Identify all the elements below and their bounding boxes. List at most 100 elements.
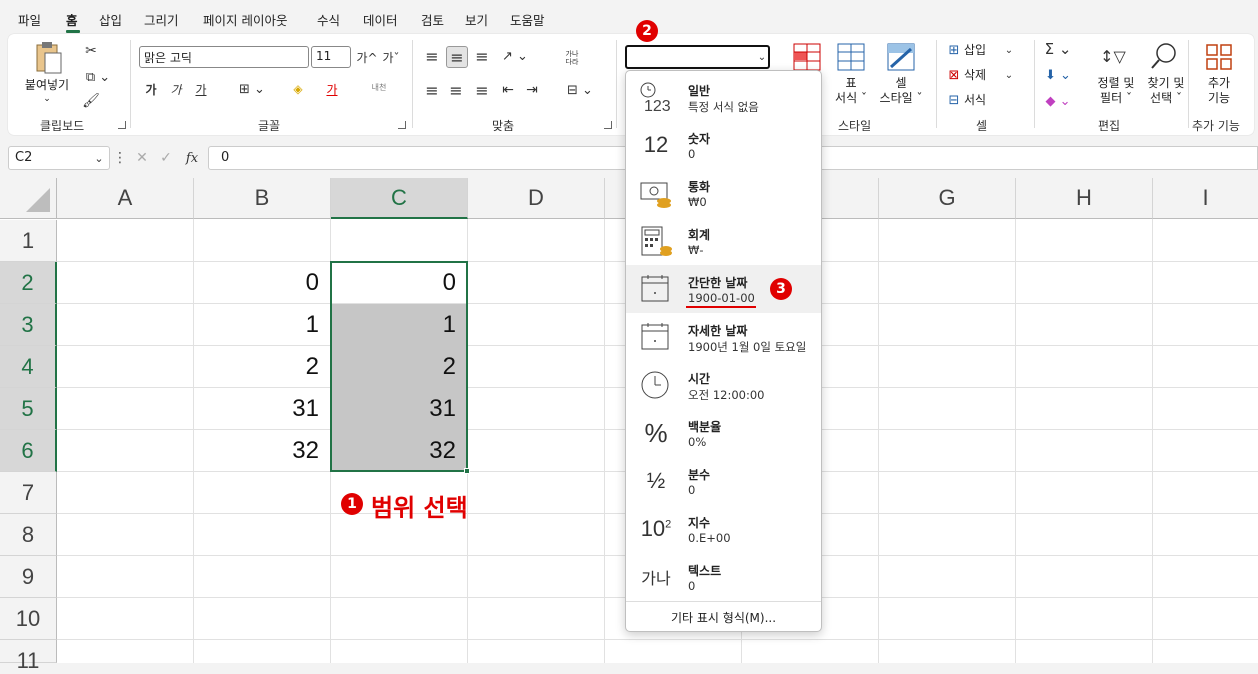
fill-icon[interactable]: ⬇ ⌄ <box>1042 66 1074 84</box>
row-header[interactable]: 6 <box>0 430 57 472</box>
clear-icon[interactable]: ◆ ⌄ <box>1042 92 1074 110</box>
enter-icon[interactable]: ✓ <box>157 150 175 166</box>
bold-button[interactable]: 가 <box>143 80 159 98</box>
row-header[interactable]: 11 <box>0 640 57 673</box>
increase-indent-icon[interactable]: ⇥ <box>522 80 542 100</box>
cell-b3[interactable]: 1 <box>194 304 331 346</box>
find-icon[interactable] <box>1148 40 1180 72</box>
paste-icon[interactable] <box>30 40 66 76</box>
column-header[interactable]: H <box>1016 178 1153 219</box>
tab-help[interactable]: 도움말 <box>510 10 545 29</box>
row-header[interactable]: 2 <box>0 262 57 304</box>
font-color-button[interactable]: 가 <box>322 80 342 98</box>
addins-button[interactable]: 추가 기능 <box>1194 76 1244 106</box>
column-header[interactable]: I <box>1153 178 1258 219</box>
menu-item-number[interactable]: 12 숫자 0 <box>626 121 821 169</box>
tab-insert[interactable]: 삽입 <box>99 10 122 29</box>
select-all-corner[interactable] <box>0 178 57 219</box>
tab-draw[interactable]: 그리기 <box>144 10 179 29</box>
menu-item-general[interactable]: 123 일반 특정 서식 없음 <box>626 73 821 121</box>
number-format-select[interactable] <box>625 45 770 69</box>
menu-item-time[interactable]: 시간 오전 12:00:00 <box>626 361 821 409</box>
align-bottom-icon[interactable]: ≡ <box>472 46 492 66</box>
format-painter-icon[interactable]: 🖌 <box>82 92 100 110</box>
border-icon[interactable]: ⊞ ⌄ <box>236 80 268 98</box>
alignment-launcher-icon[interactable] <box>604 121 612 129</box>
column-header[interactable]: G <box>879 178 1016 219</box>
sort-filter-button[interactable]: 정렬 및 필터 ˇ <box>1088 76 1144 106</box>
phonetic-icon[interactable]: 내천 <box>366 78 392 96</box>
insert-button[interactable]: 삽입 <box>964 43 1004 58</box>
sort-filter-icon[interactable]: ↕▽ <box>1096 42 1130 70</box>
merge-center-icon[interactable]: ⊟ ⌄ <box>560 80 600 100</box>
tab-data[interactable]: 데이터 <box>363 10 398 29</box>
align-center-icon[interactable]: ≡ <box>446 80 466 100</box>
align-left-icon[interactable]: ≡ <box>422 80 442 100</box>
tab-file[interactable]: 파일 <box>18 10 41 29</box>
row-header[interactable]: 3 <box>0 304 57 346</box>
column-header[interactable]: B <box>194 178 331 219</box>
menu-item-accounting[interactable]: 회계 ₩- <box>626 217 821 265</box>
autosum-icon[interactable]: Σ ⌄ <box>1042 40 1074 58</box>
find-select-button[interactable]: 찾기 및 선택 ˇ <box>1138 76 1194 106</box>
addins-icon[interactable] <box>1204 42 1234 72</box>
delete-button[interactable]: 삭제 <box>964 68 1004 83</box>
cell-styles-icon[interactable] <box>886 42 916 72</box>
align-right-icon[interactable]: ≡ <box>472 80 492 100</box>
cell-b5[interactable]: 31 <box>194 388 331 430</box>
paste-button[interactable]: 붙여넣기 <box>18 78 76 93</box>
cell-b6[interactable]: 32 <box>194 430 331 472</box>
orientation-icon[interactable]: ↗ ⌄ <box>498 46 532 66</box>
row-header[interactable]: 7 <box>0 472 57 514</box>
delete-cells-icon[interactable]: ⊠ <box>946 67 962 83</box>
column-header[interactable]: C <box>331 178 468 219</box>
menu-item-percent[interactable]: % 백분율 0% <box>626 409 821 457</box>
cell-b4[interactable]: 2 <box>194 346 331 388</box>
align-top-icon[interactable]: ≡ <box>422 46 442 66</box>
align-middle-icon[interactable]: ≡ <box>446 46 468 68</box>
format-cells-icon[interactable]: ⊟ <box>946 92 962 108</box>
tab-review[interactable]: 검토 <box>421 10 444 29</box>
tab-view[interactable]: 보기 <box>465 10 488 29</box>
cancel-icon[interactable]: ✕ <box>133 150 151 166</box>
font-name-select[interactable]: 맑은 고딕 <box>139 46 309 68</box>
decrease-indent-icon[interactable]: ⇤ <box>498 80 518 100</box>
menu-item-text[interactable]: 가나 텍스트 0 <box>626 553 821 601</box>
menu-item-scientific[interactable]: 102 지수 0.E+00 <box>626 505 821 553</box>
menu-item-fraction[interactable]: ½ 분수 0 <box>626 457 821 505</box>
fill-color-icon[interactable]: ◈ <box>280 80 316 98</box>
tab-page-layout[interactable]: 페이지 레이아웃 <box>203 10 287 29</box>
row-header[interactable]: 1 <box>0 220 57 262</box>
more-number-formats-link[interactable]: 기타 표시 형식(M)... <box>626 609 821 626</box>
format-as-table-icon[interactable] <box>836 42 866 72</box>
font-shrink-icon[interactable]: 가ˇ <box>380 48 402 66</box>
wrap-text-icon[interactable]: 가나 다라 <box>560 46 584 70</box>
row-header[interactable]: 9 <box>0 556 57 598</box>
menu-item-long-date[interactable]: 자세한 날짜 1900년 1월 0일 토요일 <box>626 313 821 361</box>
row-header[interactable]: 10 <box>0 598 57 640</box>
row-header[interactable]: 8 <box>0 514 57 556</box>
conditional-format-icon[interactable] <box>792 42 822 72</box>
row-header[interactable]: 5 <box>0 388 57 430</box>
insert-cells-icon[interactable]: ⊞ <box>946 42 962 58</box>
font-grow-icon[interactable]: 가^ <box>356 48 378 66</box>
menu-item-currency[interactable]: 통화 ₩0 <box>626 169 821 217</box>
format-button[interactable]: 서식 <box>964 93 1004 108</box>
insert-function-icon[interactable]: fx <box>180 150 204 166</box>
copy-icon[interactable]: ⧉ ⌄ <box>80 68 116 86</box>
font-launcher-icon[interactable] <box>398 121 406 129</box>
font-size-select[interactable]: 11 <box>311 46 351 68</box>
tab-home[interactable]: 홈 <box>66 10 78 29</box>
column-header[interactable]: A <box>57 178 194 219</box>
fill-handle[interactable] <box>464 468 470 474</box>
clipboard-launcher-icon[interactable] <box>118 121 126 129</box>
row-header[interactable]: 4 <box>0 346 57 388</box>
cut-icon[interactable]: ✂ <box>82 42 100 60</box>
format-as-table-button[interactable]: 표 서식 ˇ <box>826 76 876 106</box>
underline-button[interactable]: 가 <box>193 80 209 98</box>
tab-formulas[interactable]: 수식 <box>317 10 340 29</box>
italic-button[interactable]: 가 <box>168 80 184 98</box>
cell-styles-button[interactable]: 셀 스타일 ˇ <box>872 76 930 106</box>
cell-b2[interactable]: 0 <box>194 262 331 304</box>
column-header[interactable]: D <box>468 178 605 219</box>
